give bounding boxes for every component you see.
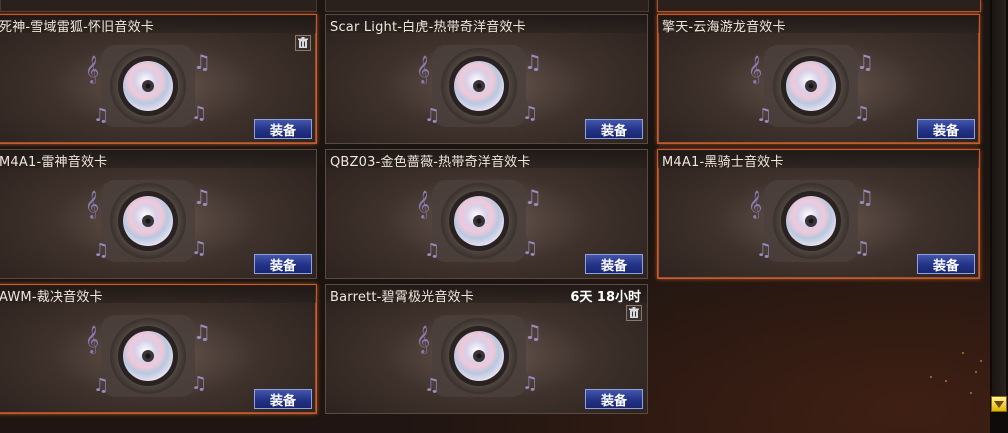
svg-text:𝄞: 𝄞	[85, 55, 99, 84]
svg-text:𝄞: 𝄞	[416, 190, 430, 219]
svg-text:♫: ♫	[424, 375, 440, 396]
svg-text:♫: ♫	[854, 238, 870, 259]
trash-icon[interactable]	[295, 35, 311, 51]
equip-button[interactable]: 装备	[585, 254, 643, 274]
music-disc-icon: 𝄞 ♫ ♫ ♫	[85, 45, 211, 127]
svg-text:♫: ♫	[756, 240, 772, 261]
svg-text:♫: ♫	[191, 373, 207, 394]
sound-card[interactable]: M4A1-雷神音效卡 𝄞 ♫ ♫ ♫ 装备	[0, 149, 317, 279]
svg-text:♫: ♫	[524, 185, 542, 209]
svg-text:♫: ♫	[522, 373, 538, 394]
svg-text:♫: ♫	[193, 185, 211, 209]
music-disc-icon: 𝄞 ♫ ♫ ♫	[748, 45, 874, 127]
svg-text:♫: ♫	[93, 240, 109, 261]
sound-card[interactable]: AWM-裁决音效卡 𝄞 ♫ ♫ ♫ 装备	[0, 284, 317, 414]
svg-text:♫: ♫	[522, 103, 538, 124]
equip-button[interactable]: 装备	[254, 389, 312, 409]
svg-text:♫: ♫	[191, 238, 207, 259]
equip-button[interactable]: 装备	[917, 254, 975, 274]
svg-text:♫: ♫	[522, 238, 538, 259]
svg-text:♫: ♫	[193, 50, 211, 74]
music-disc-icon: 𝄞 ♫ ♫ ♫	[748, 180, 874, 262]
sound-card[interactable]: 擎天-云海游龙音效卡 𝄞 ♫ ♫ ♫ 装备	[657, 14, 980, 144]
card-grid: 死神-雪域雷狐-怀旧音效卡 𝄞 ♫ ♫ ♫ 装备 Scar Light-白虎-热…	[0, 0, 990, 433]
card-name: M4A1-黑骑士音效卡	[662, 155, 784, 170]
ember-particle	[930, 376, 932, 378]
card-above-3[interactable]	[657, 0, 981, 12]
card-timer: 6天 18小时	[570, 290, 641, 305]
svg-text:♫: ♫	[524, 50, 542, 74]
sound-card[interactable]: Scar Light-白虎-热带奇洋音效卡 𝄞 ♫ ♫ ♫ 装备	[325, 14, 648, 144]
sound-card[interactable]: QBZ03-金色蔷薇-热带奇洋音效卡 𝄞 ♫ ♫ ♫ 装备	[325, 149, 648, 279]
svg-text:♫: ♫	[524, 320, 542, 344]
svg-text:♫: ♫	[756, 105, 772, 126]
equip-button[interactable]: 装备	[917, 119, 975, 139]
equip-button[interactable]: 装备	[254, 254, 312, 274]
trash-icon[interactable]	[626, 305, 642, 321]
ember-particle	[970, 392, 972, 394]
ember-particle	[980, 360, 982, 362]
card-name: M4A1-雷神音效卡	[0, 155, 108, 170]
svg-text:𝄞: 𝄞	[748, 55, 762, 84]
svg-text:♫: ♫	[856, 50, 874, 74]
svg-text:𝄞: 𝄞	[85, 325, 99, 354]
svg-text:♫: ♫	[93, 105, 109, 126]
equip-button[interactable]: 装备	[585, 389, 643, 409]
card-name: 死神-雪域雷狐-怀旧音效卡	[0, 20, 154, 35]
music-disc-icon: 𝄞 ♫ ♫ ♫	[416, 180, 542, 262]
svg-text:𝄞: 𝄞	[416, 55, 430, 84]
svg-text:♫: ♫	[424, 105, 440, 126]
inventory-panel: 死神-雪域雷狐-怀旧音效卡 𝄞 ♫ ♫ ♫ 装备 Scar Light-白虎-热…	[0, 0, 1008, 433]
chevron-down-icon[interactable]	[991, 396, 1007, 412]
music-disc-icon: 𝄞 ♫ ♫ ♫	[85, 180, 211, 262]
svg-text:♫: ♫	[193, 320, 211, 344]
svg-text:𝄞: 𝄞	[748, 190, 762, 219]
sound-card[interactable]: Barrett-碧霄极光音效卡 6天 18小时 𝄞 ♫ ♫ ♫ 装备	[325, 284, 648, 414]
card-name: Barrett-碧霄极光音效卡	[330, 290, 474, 305]
scroll-track[interactable]	[992, 0, 1006, 396]
music-disc-icon: 𝄞 ♫ ♫ ♫	[416, 45, 542, 127]
svg-text:♫: ♫	[854, 103, 870, 124]
card-name: AWM-裁决音效卡	[0, 290, 103, 305]
card-above-1[interactable]	[0, 0, 317, 12]
svg-text:♫: ♫	[424, 240, 440, 261]
equip-button[interactable]: 装备	[254, 119, 312, 139]
ember-particle	[975, 371, 977, 373]
svg-text:♫: ♫	[856, 185, 874, 209]
music-disc-icon: 𝄞 ♫ ♫ ♫	[85, 315, 211, 397]
svg-text:♫: ♫	[191, 103, 207, 124]
music-disc-icon: 𝄞 ♫ ♫ ♫	[416, 315, 542, 397]
ember-particle	[962, 352, 964, 354]
scrollbar[interactable]	[990, 0, 1008, 433]
sound-card[interactable]: 死神-雪域雷狐-怀旧音效卡 𝄞 ♫ ♫ ♫ 装备	[0, 14, 317, 144]
card-name: 擎天-云海游龙音效卡	[662, 20, 786, 35]
svg-text:♫: ♫	[93, 375, 109, 396]
sound-card[interactable]: M4A1-黑骑士音效卡 𝄞 ♫ ♫ ♫ 装备	[657, 149, 980, 279]
equip-button[interactable]: 装备	[585, 119, 643, 139]
card-above-2[interactable]	[325, 0, 649, 12]
ember-particle	[945, 380, 947, 382]
card-name: QBZ03-金色蔷薇-热带奇洋音效卡	[330, 155, 531, 170]
svg-text:𝄞: 𝄞	[85, 190, 99, 219]
svg-text:𝄞: 𝄞	[416, 325, 430, 354]
card-name: Scar Light-白虎-热带奇洋音效卡	[330, 20, 526, 35]
